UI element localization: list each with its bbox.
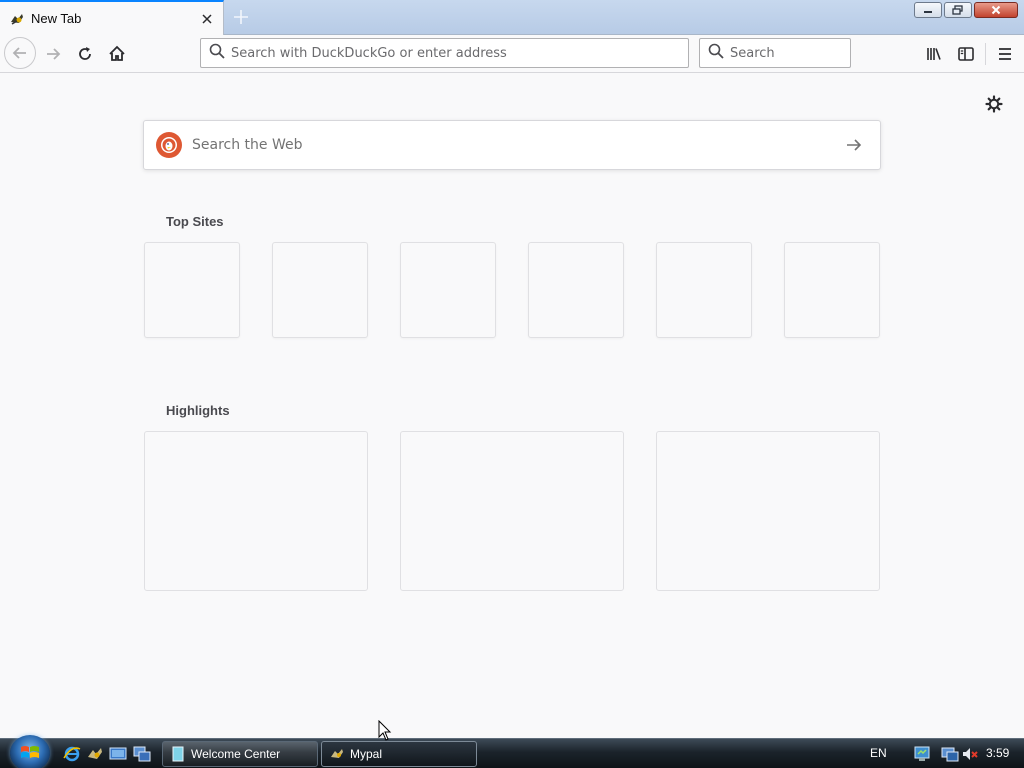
taskbar-button-mypal[interactable]: Mypal <box>321 741 477 767</box>
search-bar[interactable] <box>699 38 851 68</box>
back-button[interactable] <box>4 37 36 69</box>
internet-explorer-icon[interactable] <box>63 745 81 763</box>
tab-title: New Tab <box>31 11 82 26</box>
highlight-card[interactable] <box>656 431 880 591</box>
top-site-tile[interactable] <box>272 242 368 338</box>
address-input[interactable] <box>231 45 688 61</box>
switch-windows-icon[interactable] <box>133 745 151 763</box>
volume-muted-icon[interactable] <box>961 745 979 763</box>
top-site-tile[interactable] <box>784 242 880 338</box>
duckduckgo-logo-icon <box>156 132 182 158</box>
gear-icon[interactable] <box>983 93 1005 115</box>
toolbar-divider <box>985 43 986 65</box>
mypal-icon <box>330 746 344 762</box>
top-sites-heading: Top Sites <box>166 214 224 229</box>
sidebar-button[interactable] <box>950 38 982 70</box>
clock[interactable]: 3:59 <box>986 746 1009 760</box>
highlights-heading: Highlights <box>166 403 230 418</box>
monitor-icon[interactable] <box>941 745 959 763</box>
network-icon[interactable] <box>913 745 931 763</box>
show-desktop-icon[interactable] <box>109 745 127 763</box>
welcome-center-icon <box>171 746 185 762</box>
navigation-toolbar <box>0 35 1024 73</box>
search-icon <box>209 43 225 63</box>
library-button[interactable] <box>918 38 950 70</box>
reload-button[interactable] <box>69 38 101 70</box>
sidebar-icon <box>958 47 974 61</box>
top-site-tile[interactable] <box>528 242 624 338</box>
minimize-button[interactable] <box>914 2 942 18</box>
highlight-card[interactable] <box>144 431 368 591</box>
back-arrow-icon <box>12 47 26 59</box>
tab-new-tab[interactable]: New Tab <box>0 0 224 35</box>
top-site-tile[interactable] <box>656 242 752 338</box>
windows-logo-icon <box>21 746 39 758</box>
library-icon <box>927 48 941 60</box>
top-site-tile[interactable] <box>400 242 496 338</box>
mypal-icon <box>9 11 25 27</box>
windows-taskbar: Welcome Center Mypal EN 3:59 <box>0 735 1024 768</box>
restore-button[interactable] <box>944 2 972 18</box>
close-tab-icon[interactable] <box>197 9 217 29</box>
hamburger-menu-icon <box>999 48 1011 60</box>
highlight-card[interactable] <box>400 431 624 591</box>
menu-button[interactable] <box>989 38 1021 70</box>
start-button[interactable] <box>10 735 50 768</box>
language-indicator[interactable]: EN <box>870 746 887 760</box>
search-go-arrow-icon[interactable] <box>834 125 874 165</box>
new-tab-button[interactable] <box>229 5 253 29</box>
top-site-tile[interactable] <box>144 242 240 338</box>
mouse-cursor-icon <box>378 720 392 741</box>
address-bar[interactable] <box>200 38 689 68</box>
search-input[interactable] <box>730 45 850 61</box>
window-controls <box>914 2 1018 18</box>
plus-icon <box>234 10 248 24</box>
home-icon <box>109 45 125 61</box>
taskbar-button-label: Welcome Center <box>191 747 281 761</box>
web-search-input[interactable] <box>192 137 834 153</box>
reload-icon <box>79 47 91 60</box>
forward-button[interactable] <box>37 38 69 70</box>
taskbar-button-label: Mypal <box>350 747 383 761</box>
search-icon <box>708 43 724 63</box>
taskbar-button-welcome-center[interactable]: Welcome Center <box>162 741 318 767</box>
mypal-quicklaunch-icon[interactable] <box>86 745 104 763</box>
forward-arrow-icon <box>47 48 61 60</box>
web-search-box[interactable] <box>143 120 881 170</box>
tab-strip: New Tab <box>0 0 1024 35</box>
home-button[interactable] <box>101 38 133 70</box>
close-window-button[interactable] <box>974 2 1018 18</box>
